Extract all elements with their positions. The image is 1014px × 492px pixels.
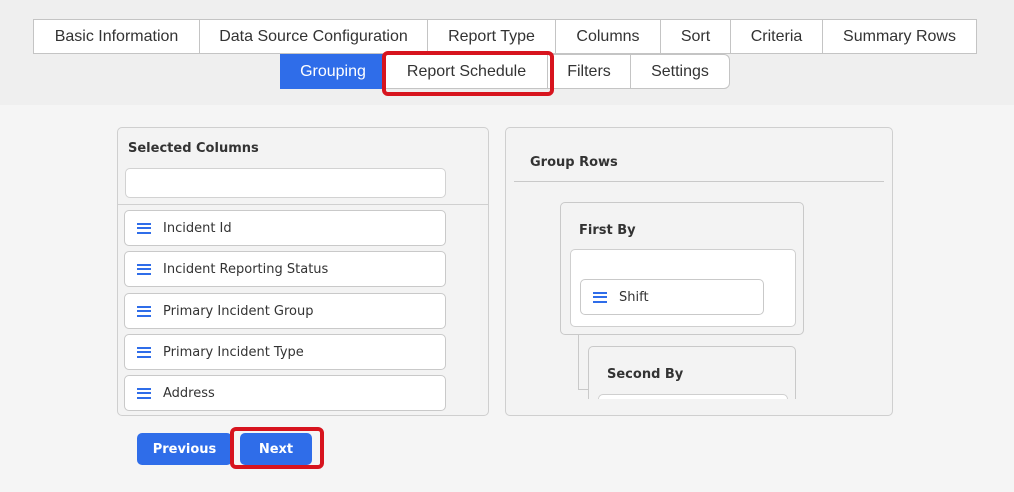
column-item[interactable]: Incident Id [124, 210, 446, 246]
second-by-group: Second By [588, 346, 796, 399]
tab-grouping[interactable]: Grouping [280, 54, 386, 89]
group-item[interactable]: Shift [580, 279, 764, 315]
drag-handle-icon[interactable] [137, 263, 151, 275]
drag-handle-icon[interactable] [137, 222, 151, 234]
tab-report-type[interactable]: Report Type [427, 19, 556, 54]
panel-divider [118, 204, 488, 205]
previous-button[interactable]: Previous [137, 433, 232, 465]
drag-handle-icon[interactable] [137, 305, 151, 317]
group-rows-title: Group Rows [530, 155, 618, 170]
column-item[interactable]: Address [124, 375, 446, 411]
tab-basic-information[interactable]: Basic Information [33, 19, 200, 54]
tab-data-source-configuration[interactable]: Data Source Configuration [199, 19, 428, 54]
column-item-label: Primary Incident Group [163, 303, 314, 319]
tab-settings[interactable]: Settings [630, 54, 730, 89]
tab-criteria[interactable]: Criteria [730, 19, 823, 54]
column-item-label: Primary Incident Type [163, 344, 304, 360]
second-by-clip: Second By [586, 345, 798, 399]
selected-columns-title: Selected Columns [128, 141, 259, 156]
next-button[interactable]: Next [240, 433, 312, 465]
drag-handle-icon[interactable] [137, 387, 151, 399]
column-item-label: Address [163, 385, 215, 401]
column-item[interactable]: Primary Incident Type [124, 334, 446, 370]
selected-columns-search-input[interactable] [125, 168, 446, 198]
group-item-label: Shift [619, 289, 649, 305]
panel-divider [514, 181, 884, 182]
column-item[interactable]: Incident Reporting Status [124, 251, 446, 287]
first-by-group: First By [560, 202, 804, 335]
first-by-label: First By [579, 223, 636, 238]
column-item-label: Incident Reporting Status [163, 261, 329, 277]
second-by-label: Second By [607, 367, 684, 382]
column-item-label: Incident Id [163, 220, 232, 236]
tab-summary-rows[interactable]: Summary Rows [822, 19, 977, 54]
tab-filters[interactable]: Filters [547, 54, 631, 89]
drag-handle-icon[interactable] [137, 346, 151, 358]
tab-report-schedule[interactable]: Report Schedule [385, 54, 548, 89]
drag-handle-icon[interactable] [593, 291, 607, 303]
tab-columns[interactable]: Columns [555, 19, 661, 54]
tab-sort[interactable]: Sort [660, 19, 731, 54]
second-by-dropzone[interactable] [598, 394, 788, 399]
column-item[interactable]: Primary Incident Group [124, 293, 446, 329]
